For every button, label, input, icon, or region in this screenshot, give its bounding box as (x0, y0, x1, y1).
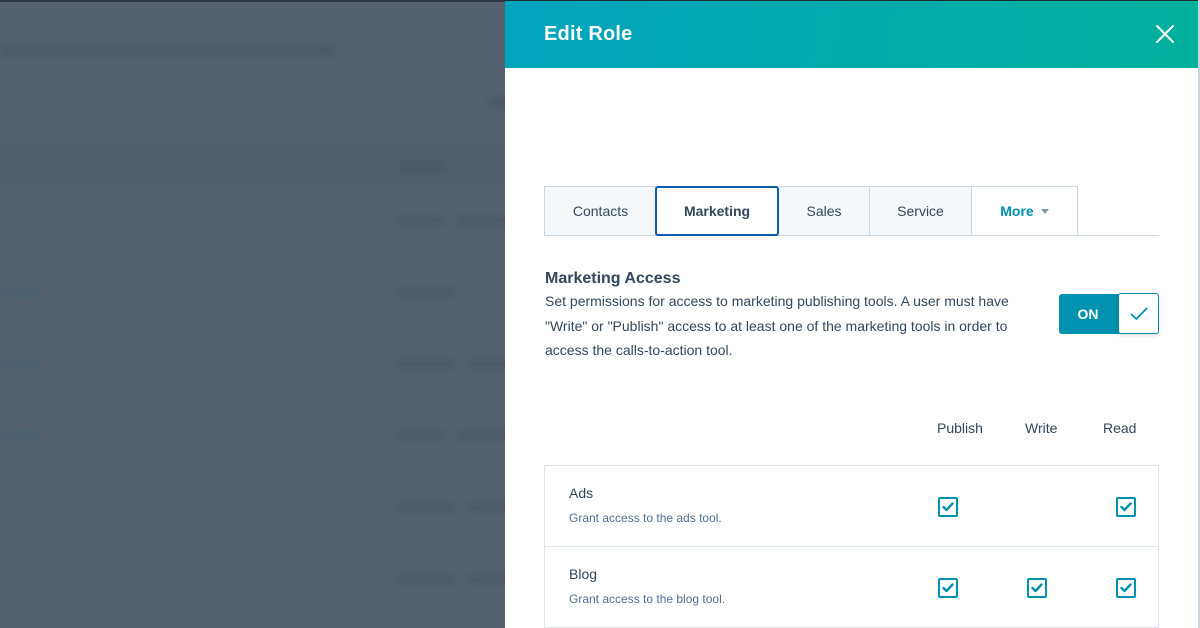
permissions-table: Ads Grant access to the ads tool. Blog G… (544, 465, 1159, 628)
checkmark-icon (942, 583, 954, 593)
checkbox-blog-publish[interactable] (938, 578, 958, 598)
tab-label: Service (897, 203, 944, 219)
blurred-text (468, 502, 505, 512)
close-button[interactable] (1154, 23, 1176, 45)
panel-title: Edit Role (544, 23, 633, 45)
blurred-text (0, 46, 335, 56)
marketing-access-toggle[interactable]: ON (1059, 293, 1159, 334)
permission-description: Grant access to the ads tool. (569, 511, 722, 525)
permission-row-ads: Ads Grant access to the ads tool. (545, 466, 1158, 547)
permission-row-blog: Blog Grant access to the blog tool. (545, 547, 1158, 628)
tab-more-dropdown[interactable]: More (971, 186, 1078, 236)
blurred-text (398, 216, 444, 226)
checkbox-blog-write[interactable] (1027, 578, 1047, 598)
edit-role-panel: Edit Role Contacts Marketing Sales Servi… (505, 0, 1200, 628)
blurred-text (398, 502, 454, 512)
blurred-text (398, 430, 444, 440)
caret-down-icon (1040, 208, 1049, 214)
column-header-write: Write (1025, 420, 1058, 436)
tab-label: More (1000, 203, 1034, 219)
blurred-text (468, 574, 505, 584)
checkmark-icon (1120, 583, 1132, 593)
tab-service[interactable]: Service (869, 186, 971, 236)
column-header-read: Read (1103, 420, 1137, 436)
tab-sales[interactable]: Sales (779, 186, 869, 236)
blurred-text (488, 97, 505, 107)
tab-contacts[interactable]: Contacts (544, 186, 656, 236)
blurred-text (398, 574, 454, 584)
background-page-overlay[interactable] (0, 0, 505, 628)
checkmark-icon (1120, 502, 1132, 512)
blurred-link (0, 430, 40, 440)
blurred-link (0, 288, 40, 298)
checkmark-icon (1031, 583, 1043, 593)
blurred-text (398, 359, 454, 369)
blurred-text (458, 430, 505, 440)
column-header-publish: Publish (937, 420, 983, 436)
tab-label: Contacts (572, 203, 629, 219)
blurred-text (398, 288, 454, 298)
toggle-on-label: ON (1059, 294, 1121, 334)
toggle-knob (1118, 293, 1159, 334)
tab-label: Marketing (683, 203, 751, 219)
checkbox-blog-read[interactable] (1116, 578, 1136, 598)
permission-description: Grant access to the blog tool. (569, 592, 726, 606)
permission-name: Blog (569, 566, 598, 582)
blurred-text (398, 161, 444, 171)
tab-label: Sales (806, 203, 842, 219)
checkbox-ads-read[interactable] (1116, 497, 1136, 517)
checkmark-icon (1130, 307, 1147, 320)
permission-name: Ads (569, 485, 594, 501)
section-title: Marketing Access (545, 270, 681, 287)
checkmark-icon (942, 502, 954, 512)
permission-tabs: Contacts Marketing Sales Service More (544, 186, 1159, 236)
blurred-text (468, 359, 505, 369)
tab-marketing[interactable]: Marketing (655, 186, 779, 236)
blurred-text (458, 216, 505, 226)
section-description: Set permissions for access to marketing … (545, 293, 1009, 358)
blurred-link (0, 359, 40, 369)
close-icon (1156, 25, 1174, 43)
panel-header: Edit Role (505, 0, 1198, 68)
checkbox-ads-publish[interactable] (938, 497, 958, 517)
